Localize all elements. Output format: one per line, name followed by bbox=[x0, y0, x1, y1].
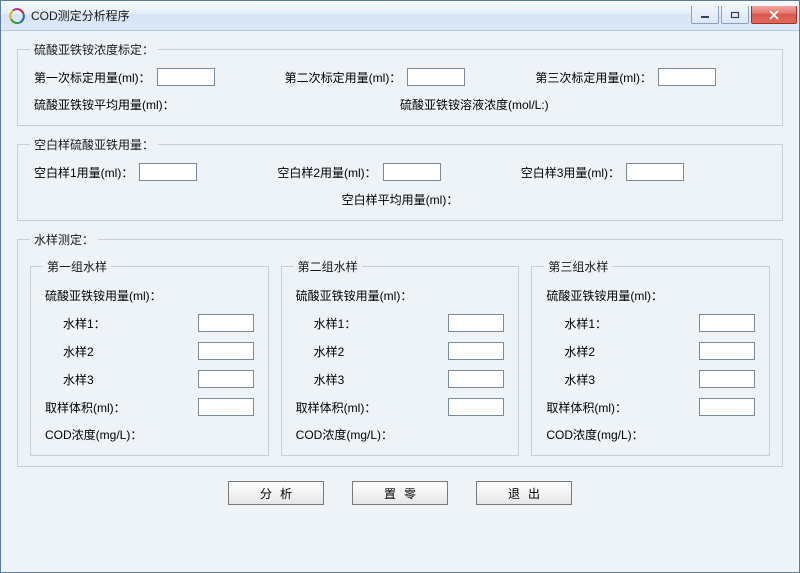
sample-group-1-s3-input[interactable] bbox=[198, 370, 254, 388]
sample-group-3-legend: 第三组水样 bbox=[544, 258, 612, 275]
sample-group-3: 第三组水样 硫酸亚铁铵用量(ml)： 水样1： 水样2 水样3 取样体积(ml)… bbox=[531, 258, 770, 456]
calibration-conc-label: 硫酸亚铁铵溶液浓度(mol/L:) bbox=[400, 98, 549, 112]
sample-group-1-s3-label: 水样3 bbox=[63, 371, 94, 388]
sample-outer-legend: 水样测定： bbox=[30, 231, 98, 248]
sample-group-2-s1-input[interactable] bbox=[448, 314, 504, 332]
close-button[interactable] bbox=[751, 6, 797, 24]
calibration-1-label: 第一次标定用量(ml)： bbox=[34, 69, 151, 86]
sample-group-1-vol-input[interactable] bbox=[198, 398, 254, 416]
calibration-legend: 硫酸亚铁铵浓度标定： bbox=[30, 41, 158, 58]
calibration-avg-label: 硫酸亚铁铵平均用量(ml)： bbox=[34, 98, 175, 112]
calibration-1-field: 第一次标定用量(ml)： bbox=[34, 68, 215, 86]
sample-group-2-s2-input[interactable] bbox=[448, 342, 504, 360]
sample-outer-group: 水样测定： 第一组水样 硫酸亚铁铵用量(ml)： 水样1： 水样2 水样3 取样… bbox=[17, 231, 783, 467]
blank-1-label: 空白样1用量(ml)： bbox=[34, 164, 133, 181]
sample-group-2-s3-input[interactable] bbox=[448, 370, 504, 388]
blank-group: 空白样硫酸亚铁用量： 空白样1用量(ml)： 空白样2用量(ml)： 空白样3用… bbox=[17, 136, 783, 221]
sample-group-1-s1-input[interactable] bbox=[198, 314, 254, 332]
blank-legend: 空白样硫酸亚铁用量： bbox=[30, 136, 158, 153]
calibration-3-field: 第三次标定用量(ml)： bbox=[535, 68, 716, 86]
sample-group-2-vol-input[interactable] bbox=[448, 398, 504, 416]
calibration-2-field: 第二次标定用量(ml)： bbox=[285, 68, 466, 86]
sample-group-1-s2-input[interactable] bbox=[198, 342, 254, 360]
sample-group-1: 第一组水样 硫酸亚铁铵用量(ml)： 水样1： 水样2 水样3 取样体积(ml)… bbox=[30, 258, 269, 456]
sample-group-2: 第二组水样 硫酸亚铁铵用量(ml)： 水样1： 水样2 水样3 取样体积(ml)… bbox=[281, 258, 520, 456]
exit-button[interactable]: 退出 bbox=[476, 481, 572, 505]
sample-group-2-s3-label: 水样3 bbox=[314, 371, 345, 388]
sample-group-3-vol-label: 取样体积(ml)： bbox=[546, 399, 627, 416]
blank-2-label: 空白样2用量(ml)： bbox=[277, 164, 376, 181]
button-bar: 分析 置零 退出 bbox=[17, 467, 783, 505]
calibration-2-input[interactable] bbox=[407, 68, 465, 86]
reset-button[interactable]: 置零 bbox=[352, 481, 448, 505]
maximize-button[interactable] bbox=[721, 6, 749, 24]
blank-3-field: 空白样3用量(ml)： bbox=[521, 163, 684, 181]
blank-1-input[interactable] bbox=[139, 163, 197, 181]
sample-group-2-s2-label: 水样2 bbox=[314, 343, 345, 360]
sample-group-1-fe-label: 硫酸亚铁铵用量(ml)： bbox=[45, 287, 162, 304]
sample-group-1-legend: 第一组水样 bbox=[43, 258, 111, 275]
sample-group-2-vol-label: 取样体积(ml)： bbox=[296, 399, 377, 416]
sample-group-3-s1-input[interactable] bbox=[699, 314, 755, 332]
calibration-1-input[interactable] bbox=[157, 68, 215, 86]
minimize-button[interactable] bbox=[691, 6, 719, 24]
titlebar: COD测定分析程序 bbox=[1, 1, 799, 31]
sample-group-2-fe-label: 硫酸亚铁铵用量(ml)： bbox=[296, 287, 413, 304]
sample-group-2-legend: 第二组水样 bbox=[294, 258, 362, 275]
blank-1-field: 空白样1用量(ml)： bbox=[34, 163, 197, 181]
sample-group-3-s1-label: 水样1： bbox=[564, 315, 607, 332]
sample-group-2-s1-label: 水样1： bbox=[314, 315, 357, 332]
sample-group-3-s3-label: 水样3 bbox=[564, 371, 595, 388]
sample-group-3-cod-label: COD浓度(mg/L)： bbox=[546, 426, 643, 443]
analyze-button[interactable]: 分析 bbox=[228, 481, 324, 505]
app-window: COD测定分析程序 硫酸亚铁铵浓度标定： 第一次标定用量(ml)： bbox=[0, 0, 800, 573]
sample-group-3-s2-label: 水样2 bbox=[564, 343, 595, 360]
app-icon bbox=[9, 8, 25, 24]
window-controls bbox=[691, 6, 797, 24]
client-area: 硫酸亚铁铵浓度标定： 第一次标定用量(ml)： 第二次标定用量(ml)： 第三次… bbox=[1, 31, 799, 572]
calibration-3-label: 第三次标定用量(ml)： bbox=[535, 69, 652, 86]
sample-group-1-s1-label: 水样1： bbox=[63, 315, 106, 332]
blank-2-input[interactable] bbox=[383, 163, 441, 181]
blank-2-field: 空白样2用量(ml)： bbox=[277, 163, 440, 181]
sample-group-3-fe-label: 硫酸亚铁铵用量(ml)： bbox=[546, 287, 663, 304]
calibration-2-label: 第二次标定用量(ml)： bbox=[285, 69, 402, 86]
sample-group-3-s3-input[interactable] bbox=[699, 370, 755, 388]
sample-group-3-s2-input[interactable] bbox=[699, 342, 755, 360]
calibration-3-input[interactable] bbox=[658, 68, 716, 86]
calibration-group: 硫酸亚铁铵浓度标定： 第一次标定用量(ml)： 第二次标定用量(ml)： 第三次… bbox=[17, 41, 783, 126]
sample-group-3-vol-input[interactable] bbox=[699, 398, 755, 416]
sample-group-1-vol-label: 取样体积(ml)： bbox=[45, 399, 126, 416]
blank-3-input[interactable] bbox=[626, 163, 684, 181]
blank-3-label: 空白样3用量(ml)： bbox=[521, 164, 620, 181]
sample-group-2-cod-label: COD浓度(mg/L)： bbox=[296, 426, 393, 443]
window-title: COD测定分析程序 bbox=[31, 7, 691, 24]
blank-avg-label: 空白样平均用量(ml)： bbox=[342, 193, 459, 207]
sample-group-1-cod-label: COD浓度(mg/L)： bbox=[45, 426, 142, 443]
sample-group-1-s2-label: 水样2 bbox=[63, 343, 94, 360]
